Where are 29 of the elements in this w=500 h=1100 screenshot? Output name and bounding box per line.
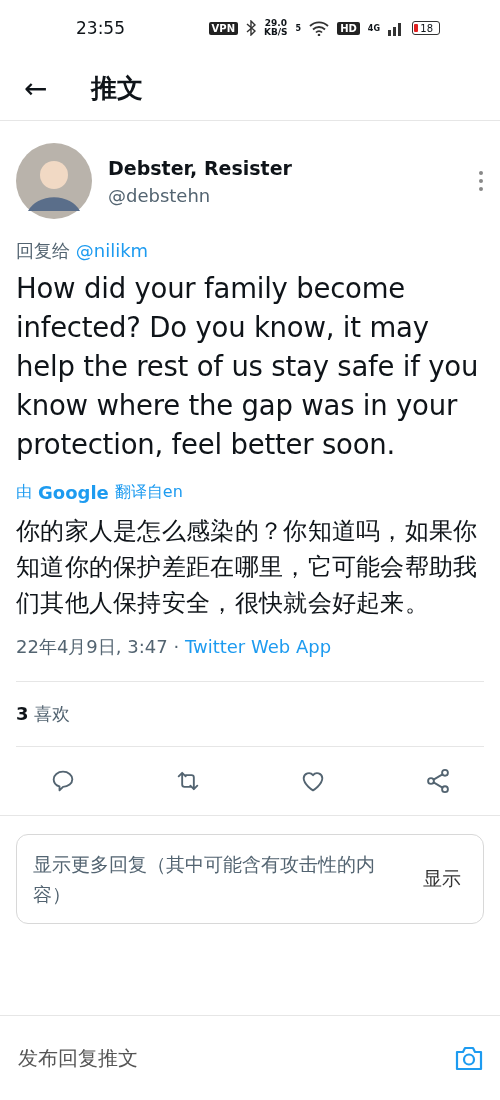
clock: 23:55 <box>76 18 126 38</box>
vpn-badge: VPN <box>208 21 238 35</box>
network-type-label: 4G <box>367 23 380 33</box>
translated-from-label: 翻译自en <box>114 482 183 503</box>
author-name: Debster, Resister <box>108 156 293 179</box>
like-count: 3 <box>16 703 29 724</box>
more-icon[interactable] <box>478 170 484 192</box>
separator-dot: · <box>173 636 181 657</box>
back-button[interactable]: ← <box>24 71 48 105</box>
signal-icon <box>388 20 404 36</box>
reply-label: 回复给 <box>16 240 71 261</box>
wifi-icon <box>309 20 330 36</box>
show-button[interactable]: 显示 <box>417 865 467 893</box>
hd-badge: HD <box>337 21 360 35</box>
hidden-replies-notice: 显示更多回复（其中可能含有攻击性的内容） <box>33 852 376 907</box>
camera-icon[interactable] <box>454 1044 484 1072</box>
author-handle: @debstehn <box>108 184 212 206</box>
bluetooth-icon <box>246 20 256 36</box>
battery-percent: 18 <box>420 22 434 34</box>
page-title: 推文 <box>91 71 144 105</box>
wifi-band-label: 5 <box>295 23 302 33</box>
speed-unit: KB/S <box>264 28 288 37</box>
network-speed: 29.0 <box>264 19 287 28</box>
like-label: 喜欢 <box>34 703 71 724</box>
tweet-text: How did your family become infected? Do you know, it may help the rest of us stay safe if you know where the gap was in your protection, feel better soon. <box>16 271 480 462</box>
translator-logo: Google <box>38 482 109 503</box>
post-date: 22年4月9日, 3:47 <box>16 636 169 657</box>
translated-text: 你的家人是怎么感染的？你知道吗，如果你知道你的保护差距在哪里，它可能会帮助我们其他人保持安全，很快就会好起来。 <box>16 516 479 619</box>
translated-by-label: 由 <box>16 482 32 503</box>
